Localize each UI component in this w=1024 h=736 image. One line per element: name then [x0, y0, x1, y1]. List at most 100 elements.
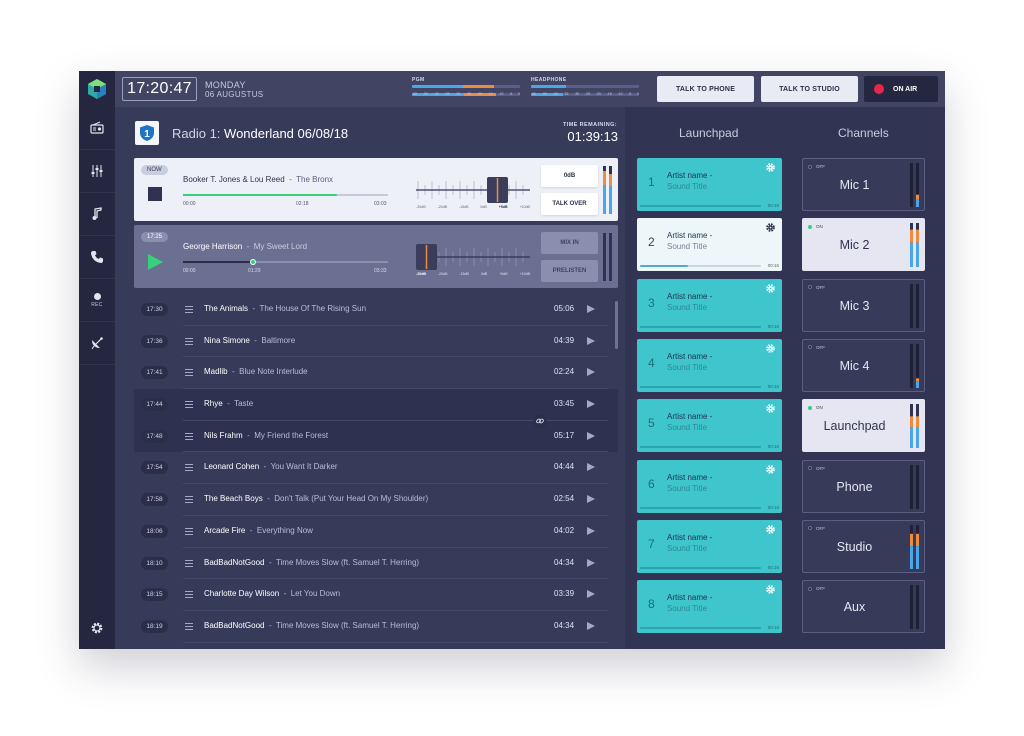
sidebar-item-music[interactable]	[79, 193, 115, 236]
sidebar-item-settings[interactable]	[79, 606, 115, 649]
launchpad-pad[interactable]: 3 Artist name - Sound Title 00:16	[637, 278, 782, 332]
play-button[interactable]	[148, 254, 163, 270]
channel-mic-4[interactable]: OFF Mic 4	[802, 338, 925, 392]
sidebar-item-satellite[interactable]	[79, 322, 115, 365]
drag-handle-icon[interactable]	[185, 496, 193, 504]
pgm-meter-label: PGM	[412, 77, 425, 83]
radio-console: REC 17:20:47 MONDAY 06 AUGUSTUS PGM -60-…	[79, 71, 945, 649]
row-play-icon[interactable]	[587, 621, 595, 630]
row-duration: 05:17	[554, 430, 575, 440]
channel-studio[interactable]: OFF Studio	[802, 519, 925, 573]
playlist-row[interactable]: 18:06 Arcade Fire - Everything Now 04:02	[134, 516, 618, 548]
sidebar-item-mixer[interactable]	[79, 150, 115, 193]
stop-button[interactable]	[148, 187, 162, 201]
next-up-start: 00:00	[183, 268, 196, 274]
sidebar-item-phone[interactable]	[79, 236, 115, 279]
channel-phone[interactable]: OFF Phone	[802, 459, 925, 513]
channel-mic-2[interactable]: ON Mic 2	[802, 218, 925, 272]
drag-handle-icon[interactable]	[185, 559, 193, 567]
channel-state: OFF	[808, 586, 825, 591]
row-play-icon[interactable]	[587, 463, 595, 472]
next-up-progress-handle[interactable]	[249, 259, 256, 265]
drag-handle-icon[interactable]	[185, 464, 193, 472]
next-up-progress[interactable]	[183, 261, 388, 263]
drag-handle-icon[interactable]	[185, 369, 193, 377]
row-artist: Leonard Cohen	[204, 462, 260, 472]
now-playing-title: Booker T. Jones & Lou Reed - The Bronx	[183, 175, 333, 184]
pad-progress	[640, 205, 761, 207]
now-playing-start: 00:00	[183, 201, 196, 207]
row-play-icon[interactable]	[587, 526, 595, 535]
playlist-row[interactable]: 17:48 Nils Frahm - My Friend the Forest 05…	[134, 413, 618, 453]
row-play-icon[interactable]	[587, 368, 595, 377]
link-icon[interactable]	[533, 413, 547, 428]
launchpad-pad[interactable]: 7 Artist name - Sound Title 00:16	[637, 519, 782, 573]
drag-handle-icon[interactable]	[185, 337, 193, 345]
launchpad-pad[interactable]: 6 Artist name - Sound Title 00:16	[637, 459, 782, 513]
playlist-row[interactable]: 17:30 The Animals - The House Of The Risi…	[134, 294, 618, 326]
pad-duration: 00:16	[767, 263, 779, 269]
fader-tick-label: -15dB	[459, 272, 469, 276]
launchpad-pad[interactable]: 8 Artist name - Sound Title 00:16	[637, 580, 782, 634]
row-play-icon[interactable]	[587, 495, 595, 504]
talk-over-button[interactable]: TALK OVER	[541, 193, 598, 215]
mix-in-button[interactable]: MIX IN	[541, 232, 598, 254]
playlist-row[interactable]: 18:19 BadBadNotGood - Time Moves Slow (ft…	[134, 611, 618, 643]
play-icon	[148, 254, 163, 270]
pad-settings-gear-icon[interactable]	[765, 584, 776, 595]
playlist-scrollbar[interactable]	[615, 301, 618, 349]
pad-settings-gear-icon[interactable]	[765, 343, 776, 354]
fader-tick-label: 0dB	[480, 272, 488, 276]
pad-settings-gear-icon[interactable]	[765, 222, 776, 233]
channel-mic-3[interactable]: OFF Mic 3	[802, 278, 925, 332]
channel-aux[interactable]: OFF Aux	[802, 580, 925, 634]
launchpad-pad[interactable]: 1 Artist name - Sound Title 00:16	[637, 158, 782, 211]
row-play-icon[interactable]	[587, 336, 595, 345]
on-air-indicator-icon	[874, 84, 884, 94]
sidebar-item-radio[interactable]	[79, 107, 115, 150]
launchpad-pad[interactable]: 2 Artist name - Sound Title 00:16	[637, 218, 782, 272]
drag-handle-icon[interactable]	[185, 432, 193, 440]
now-playing-progress[interactable]	[183, 194, 388, 196]
drag-handle-icon[interactable]	[185, 527, 193, 535]
talk-to-studio-button[interactable]: TALK TO STUDIO	[761, 76, 858, 102]
launchpad-pad[interactable]: 4 Artist name - Sound Title 00:16	[637, 338, 782, 392]
channel-mic-1[interactable]: OFF Mic 1	[802, 158, 925, 211]
row-play-icon[interactable]	[587, 431, 595, 440]
talk-to-phone-button[interactable]: TALK TO PHONE	[657, 76, 754, 102]
row-play-icon[interactable]	[587, 400, 595, 409]
pad-settings-gear-icon[interactable]	[765, 162, 776, 173]
meter-tick-label: -50	[541, 92, 547, 96]
meter-tick-label: -50	[422, 92, 428, 96]
row-play-icon[interactable]	[587, 558, 595, 567]
pad-settings-gear-icon[interactable]	[765, 464, 776, 475]
pad-progress	[640, 325, 761, 328]
meter-level-fill	[531, 85, 566, 88]
playlist-row[interactable]: 18:15 Charlotte Day Wilson - Let You Down…	[134, 579, 618, 611]
sidebar-item-rec[interactable]: REC	[79, 279, 115, 322]
playlist-row[interactable]: 17:36 Nina Simone - Baltimore 04:39	[134, 326, 618, 358]
drag-handle-icon[interactable]	[185, 591, 193, 599]
gain-0db-button[interactable]: 0dB	[541, 165, 598, 187]
channel-state-label: OFF	[816, 465, 825, 471]
row-separator: -	[264, 557, 276, 567]
row-play-icon[interactable]	[587, 305, 595, 313]
pad-settings-gear-icon[interactable]	[765, 524, 776, 535]
playlist-row[interactable]: 17:54 Leonard Cohen - You Want It Darker 0…	[134, 452, 618, 485]
pad-sound-title: Sound Title	[667, 604, 708, 614]
on-air-button[interactable]: ON AIR	[864, 76, 938, 102]
launchpad-pad[interactable]: 5 Artist name - Sound Title 00:16	[637, 399, 782, 453]
drag-handle-icon[interactable]	[185, 306, 193, 313]
fader-tick-label: -30dB	[416, 272, 426, 276]
playlist-row[interactable]: 18:10 BadBadNotGood - Time Moves Slow (ft…	[134, 548, 618, 580]
drag-handle-icon[interactable]	[185, 622, 193, 630]
row-play-icon[interactable]	[587, 590, 595, 599]
pad-settings-gear-icon[interactable]	[765, 283, 776, 294]
pad-settings-gear-icon[interactable]	[765, 403, 776, 414]
playlist-row[interactable]: 17:41 Madlib - Blue Note Interlude 02:24	[134, 357, 618, 390]
right-panel: Launchpad Channels 1 Artist name - Sound T…	[625, 107, 945, 649]
drag-handle-icon[interactable]	[185, 401, 193, 409]
channel-launchpad[interactable]: ON Launchpad	[802, 399, 925, 453]
playlist-row[interactable]: 17:58 The Beach Boys - Don't Talk (Put Yo…	[134, 484, 618, 516]
prelisten-button[interactable]: PRELISTEN	[541, 260, 598, 282]
